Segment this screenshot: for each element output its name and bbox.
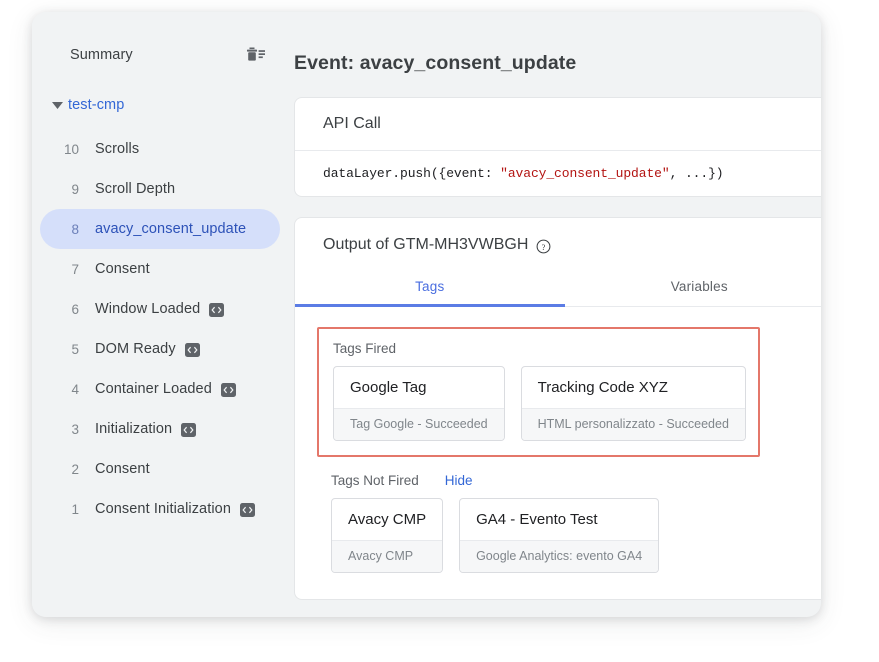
event-item-2[interactable]: 2 Consent (40, 449, 280, 489)
tag-status: Google Analytics: evento GA4 (460, 540, 659, 572)
tags-fired-list: Google Tag Tag Google - Succeeded Tracki… (333, 366, 758, 441)
chevron-down-icon[interactable] (46, 101, 68, 109)
screenshot-root: Summary test-cmp 10 Scrolls 9 Scroll Dep… (0, 0, 879, 662)
page-title: Event: avacy_consent_update (294, 52, 577, 74)
event-number: 3 (71, 421, 79, 437)
tags-not-fired-list: Avacy CMP Avacy CMP GA4 - Evento Test Go… (331, 498, 821, 573)
event-item-7[interactable]: 7 Consent (40, 249, 280, 289)
gtm-preview-panel: Summary test-cmp 10 Scrolls 9 Scroll Dep… (32, 12, 821, 617)
tag-card[interactable]: Avacy CMP Avacy CMP (331, 498, 444, 573)
tag-name: Google Tag (350, 379, 427, 396)
container-name: test-cmp (68, 97, 125, 113)
event-sidebar: Summary test-cmp 10 Scrolls 9 Scroll Dep… (32, 12, 288, 617)
event-item-1[interactable]: 1 Consent Initialization (40, 489, 280, 529)
event-item-6[interactable]: 6 Window Loaded (40, 289, 280, 329)
tag-name: Tracking Code XYZ (537, 379, 668, 396)
event-label: Consent Initialization (95, 501, 231, 517)
tag-card[interactable]: Google Tag Tag Google - Succeeded (333, 366, 505, 441)
tag-status: Tag Google - Succeeded (334, 408, 504, 440)
code-prefix: dataLayer.push({event: (323, 166, 501, 181)
event-number: 4 (71, 381, 79, 397)
code-suffix: , ...}) (669, 166, 724, 181)
help-circle-icon[interactable]: ? (536, 238, 551, 253)
code-string-literal: "avacy_consent_update" (500, 166, 670, 181)
output-card: Output of GTM-MH3VWBGH ? Tags Variables (294, 217, 821, 600)
event-number: 2 (71, 461, 79, 477)
tag-name: GA4 - Evento Test (476, 511, 598, 528)
output-tabs: Tags Variables (295, 270, 821, 307)
event-label: Container Loaded (95, 381, 212, 397)
code-icon (209, 303, 225, 317)
event-number: 5 (71, 341, 79, 357)
output-heading-row: Output of GTM-MH3VWBGH ? (295, 218, 821, 270)
code-icon (240, 503, 255, 517)
event-item-8-selected[interactable]: 8 avacy_consent_update (40, 209, 280, 249)
event-number: 1 (71, 501, 79, 517)
api-call-heading: API Call (295, 98, 821, 151)
tag-status: Avacy CMP (332, 540, 443, 572)
hide-link[interactable]: Hide (445, 473, 473, 488)
event-detail-pane: Event: avacy_consent_update API Call dat… (288, 12, 821, 617)
tab-tags[interactable]: Tags (295, 270, 565, 306)
tag-card[interactable]: Tracking Code XYZ HTML personalizzato - … (520, 366, 746, 441)
tag-card[interactable]: GA4 - Evento Test Google Analytics: even… (459, 498, 660, 573)
code-icon (184, 343, 200, 357)
tags-fired-label: Tags Fired (333, 341, 397, 356)
event-number: 8 (71, 221, 79, 237)
api-call-code: dataLayer.push({event: "avacy_consent_up… (295, 151, 821, 196)
event-list: 10 Scrolls 9 Scroll Depth 8 avacy_consen… (32, 129, 288, 529)
tags-not-fired-label-row: Tags Not Fired Hide (331, 473, 821, 488)
event-item-4[interactable]: 4 Container Loaded (40, 369, 280, 409)
tags-fired-highlight-box: Tags Fired Google Tag Tag Google - Succe… (317, 327, 760, 457)
tags-fired-label-row: Tags Fired (333, 341, 758, 356)
event-number: 10 (63, 141, 79, 157)
event-number: 7 (71, 261, 79, 277)
code-icon (220, 383, 236, 397)
tag-status: HTML personalizzato - Succeeded (521, 408, 745, 440)
summary-label[interactable]: Summary (70, 47, 133, 63)
svg-text:?: ? (542, 242, 546, 251)
event-label: DOM Ready (95, 341, 176, 357)
event-label: Consent (95, 261, 150, 277)
event-label: Consent (95, 461, 150, 477)
event-item-3[interactable]: 3 Initialization (40, 409, 280, 449)
event-number: 6 (71, 301, 79, 317)
event-number: 9 (71, 181, 79, 197)
sidebar-header: Summary (32, 38, 288, 72)
code-icon (181, 423, 197, 437)
event-item-5[interactable]: 5 DOM Ready (40, 329, 280, 369)
tag-name: Avacy CMP (348, 511, 427, 528)
event-label: Scroll Depth (95, 181, 176, 197)
container-tree-root[interactable]: test-cmp (32, 85, 288, 125)
event-item-10[interactable]: 10 Scrolls (40, 129, 280, 169)
event-label: Scrolls (95, 141, 140, 157)
event-label: avacy_consent_update (95, 221, 247, 237)
tags-not-fired-label: Tags Not Fired (331, 473, 419, 488)
event-label: Initialization (95, 421, 173, 437)
tags-not-fired-section: Tags Not Fired Hide Avacy CMP Avacy CMP … (317, 473, 821, 573)
api-call-card: API Call dataLayer.push({event: "avacy_c… (294, 97, 821, 197)
event-label: Window Loaded (95, 301, 201, 317)
event-item-9[interactable]: 9 Scroll Depth (40, 169, 280, 209)
output-heading: Output of GTM-MH3VWBGH (323, 236, 529, 253)
trash-list-icon[interactable] (246, 46, 266, 64)
tags-tab-panel: Tags Fired Google Tag Tag Google - Succe… (295, 307, 821, 599)
tab-variables[interactable]: Variables (565, 270, 822, 306)
